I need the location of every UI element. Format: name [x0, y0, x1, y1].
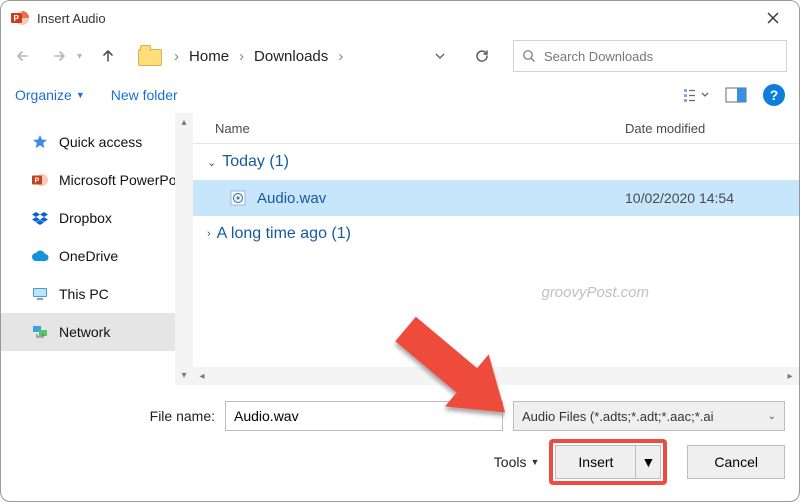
breadcrumb-item[interactable]: Downloads [254, 48, 328, 65]
dialog-title: Insert Audio [37, 11, 106, 26]
breadcrumb[interactable]: › Home › Downloads › [170, 48, 413, 65]
navigation-sidebar: Quick access P Microsoft PowerPo Dropbox… [1, 113, 193, 385]
chevron-right-icon: › [239, 48, 244, 65]
dialog-footer: File name: Audio Files (*.adts;*.adt;*.a… [1, 385, 799, 501]
search-icon [522, 49, 536, 63]
quick-access-icon [31, 133, 49, 151]
insert-button[interactable]: Insert ▼ [555, 445, 661, 479]
search-input[interactable]: Search Downloads [513, 40, 787, 72]
folder-icon [138, 47, 160, 65]
scroll-down-icon[interactable]: ▾ [181, 366, 186, 385]
title-bar: P Insert Audio [1, 1, 799, 35]
sidebar-item-this-pc[interactable]: This PC [1, 275, 193, 313]
filetype-dropdown[interactable]: Audio Files (*.adts;*.adt;*.aac;*.ai ⌄ [513, 401, 785, 431]
preview-pane-button[interactable] [719, 83, 753, 107]
filename-label: File name: [15, 408, 225, 424]
history-dropdown-icon[interactable]: ▾ [77, 51, 82, 62]
filename-input[interactable] [225, 401, 503, 431]
sidebar-scrollbar[interactable]: ▴ ▾ [175, 113, 193, 385]
audio-file-icon [229, 189, 247, 207]
scroll-left-icon[interactable]: ◂ [193, 371, 211, 382]
file-list[interactable]: ⌄ Today (1) Audio.wav 10/02/2020 14:54 ›… [193, 144, 799, 367]
file-row[interactable]: Audio.wav 10/02/2020 14:54 [193, 180, 799, 216]
sidebar-item-dropbox[interactable]: Dropbox [1, 199, 193, 237]
powerpoint-icon: P [11, 9, 29, 27]
horizontal-scrollbar[interactable]: ◂ ▸ [193, 367, 799, 385]
file-panel: Name Date modified ⌄ Today (1) Audio.wav… [193, 113, 799, 385]
insert-dropdown[interactable]: ▼ [635, 446, 660, 478]
search-placeholder: Search Downloads [544, 49, 653, 64]
breadcrumb-item[interactable]: Home [189, 48, 229, 65]
organize-button[interactable]: Organize ▼ [15, 87, 85, 103]
column-headers: Name Date modified [193, 113, 799, 144]
tutorial-highlight: Insert ▼ [549, 439, 667, 485]
onedrive-icon [31, 247, 49, 265]
watermark: groovyPost.com [541, 284, 649, 301]
view-options-button[interactable] [679, 83, 713, 107]
column-date[interactable]: Date modified [625, 121, 799, 136]
sidebar-item-powerpoint[interactable]: P Microsoft PowerPo [1, 161, 193, 199]
group-long-ago[interactable]: › A long time ago (1) [193, 216, 799, 252]
scroll-up-icon[interactable]: ▴ [181, 113, 186, 132]
up-button[interactable] [98, 46, 118, 66]
caret-down-icon: ▼ [76, 90, 85, 100]
this-pc-icon [31, 285, 49, 303]
address-dropdown-icon[interactable] [429, 53, 451, 59]
file-date: 10/02/2020 14:54 [625, 190, 799, 206]
new-folder-button[interactable]: New folder [111, 87, 178, 103]
close-button[interactable] [753, 4, 793, 32]
powerpoint-icon: P [31, 171, 49, 189]
insert-audio-dialog: P Insert Audio ▾ › Home › Downloads › [0, 0, 800, 502]
refresh-button[interactable] [471, 48, 493, 64]
svg-text:P: P [35, 178, 40, 185]
caret-down-icon: ▼ [530, 457, 539, 467]
help-button[interactable]: ? [763, 84, 785, 106]
group-today[interactable]: ⌄ Today (1) [193, 144, 799, 180]
dialog-body: Quick access P Microsoft PowerPo Dropbox… [1, 113, 799, 385]
sidebar-item-onedrive[interactable]: OneDrive [1, 237, 193, 275]
network-icon [31, 323, 49, 341]
scroll-right-icon[interactable]: ▸ [781, 371, 799, 382]
sidebar-item-quick-access[interactable]: Quick access [1, 123, 193, 161]
toolbar: Organize ▼ New folder ? [1, 77, 799, 113]
chevron-right-icon: › [338, 48, 343, 65]
caret-down-icon: ⌄ [768, 411, 776, 422]
cancel-button[interactable]: Cancel [687, 445, 785, 479]
chevron-right-icon: › [174, 48, 179, 65]
tools-button[interactable]: Tools ▼ [494, 454, 540, 470]
file-name: Audio.wav [257, 190, 625, 207]
back-button[interactable] [13, 46, 33, 66]
column-name[interactable]: Name [215, 121, 625, 136]
navigation-bar: ▾ › Home › Downloads › Search Downloads [1, 35, 799, 77]
chevron-down-icon: ⌄ [207, 156, 216, 169]
forward-button[interactable] [49, 46, 69, 66]
svg-text:P: P [14, 14, 20, 23]
dropbox-icon [31, 209, 49, 227]
sidebar-item-network[interactable]: Network [1, 313, 193, 351]
chevron-right-icon: › [207, 228, 211, 240]
